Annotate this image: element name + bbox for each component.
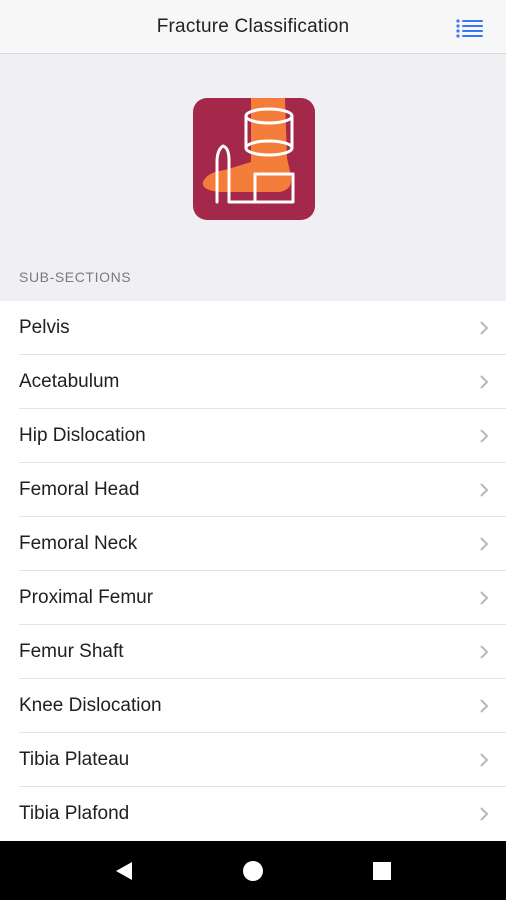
- section-header: SUB-SECTIONS: [19, 269, 132, 285]
- recents-square-icon: [372, 861, 391, 880]
- list-item-tibia-plafond[interactable]: Tibia Plafond: [0, 787, 506, 841]
- chevron-right-icon: [480, 699, 489, 713]
- list-item-acetabulum[interactable]: Acetabulum: [0, 355, 506, 409]
- chevron-right-icon: [480, 753, 489, 767]
- list-item-label: Pelvis: [19, 317, 70, 338]
- list-item-label: Acetabulum: [19, 371, 120, 392]
- chevron-right-icon: [480, 537, 489, 551]
- hero-area: [0, 54, 506, 266]
- recents-button[interactable]: [362, 851, 402, 891]
- list-item-femoral-neck[interactable]: Femoral Neck: [0, 517, 506, 571]
- list-item-label: Femoral Head: [19, 479, 140, 500]
- list-item-label: Knee Dislocation: [19, 695, 162, 716]
- list-item-tibia-plateau[interactable]: Tibia Plateau: [0, 733, 506, 787]
- leg-cast-icon: [202, 98, 295, 204]
- list-item-label: Hip Dislocation: [19, 425, 146, 446]
- back-triangle-icon: [116, 861, 133, 880]
- list-item-pelvis[interactable]: Pelvis: [0, 301, 506, 355]
- back-button[interactable]: [104, 851, 144, 891]
- chevron-right-icon: [480, 591, 489, 605]
- list-icon: [456, 19, 483, 38]
- chevron-right-icon: [480, 807, 489, 821]
- chevron-right-icon: [480, 429, 489, 443]
- sub-section-list: Pelvis Acetabulum Hip Dislocation Femora…: [0, 301, 506, 841]
- list-item-femoral-head[interactable]: Femoral Head: [0, 463, 506, 517]
- home-button[interactable]: [233, 851, 273, 891]
- list-item-label: Femur Shaft: [19, 641, 124, 662]
- list-item-label: Femoral Neck: [19, 533, 138, 554]
- app-header: Fracture Classification: [0, 0, 506, 54]
- list-item-label: Tibia Plateau: [19, 749, 130, 770]
- list-item-femur-shaft[interactable]: Femur Shaft: [0, 625, 506, 679]
- chevron-right-icon: [480, 483, 489, 497]
- home-circle-icon: [242, 860, 263, 881]
- list-item-hip-dislocation[interactable]: Hip Dislocation: [0, 409, 506, 463]
- chevron-right-icon: [480, 375, 489, 389]
- list-item-label: Tibia Plafond: [19, 803, 130, 824]
- chevron-right-icon: [480, 645, 489, 659]
- menu-button[interactable]: [456, 17, 484, 39]
- app-logo: [193, 98, 315, 220]
- list-item-label: Proximal Femur: [19, 587, 154, 608]
- chevron-right-icon: [480, 321, 489, 335]
- list-item-proximal-femur[interactable]: Proximal Femur: [0, 571, 506, 625]
- page-title: Fracture Classification: [156, 15, 350, 37]
- list-item-knee-dislocation[interactable]: Knee Dislocation: [0, 679, 506, 733]
- system-navigation-bar: [0, 841, 506, 900]
